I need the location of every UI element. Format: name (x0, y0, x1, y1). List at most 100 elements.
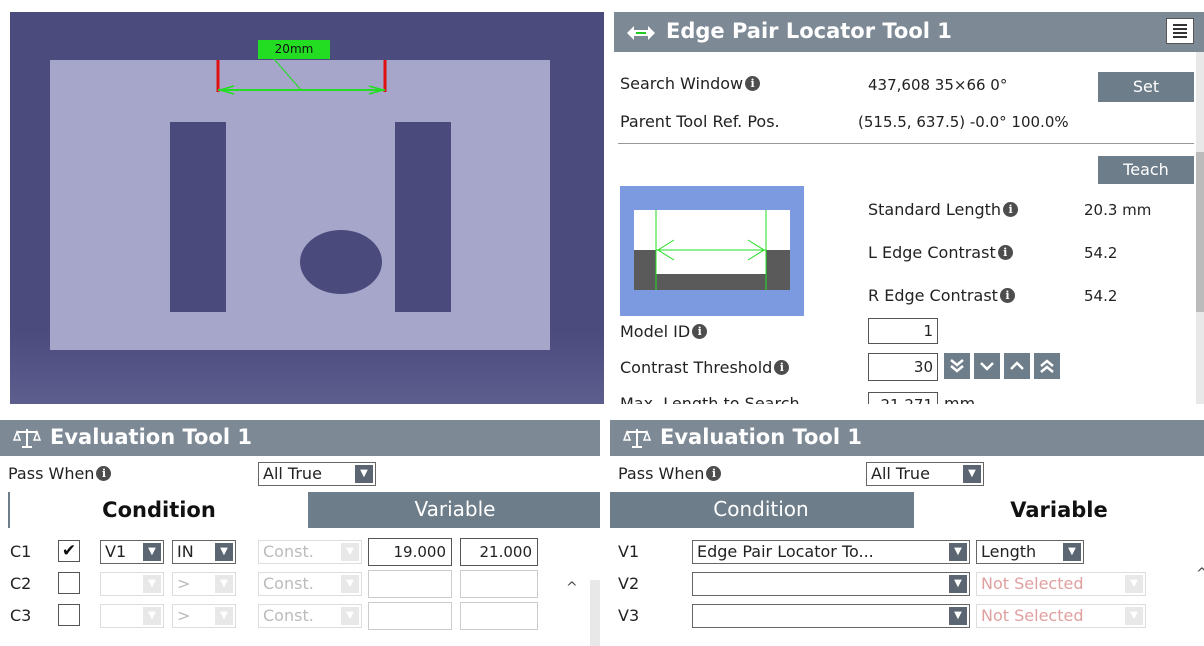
const-select: Const. ▼ (258, 540, 362, 564)
low-limit-input (368, 570, 452, 598)
parent-ref-label: Parent Tool Ref. Pos. (620, 112, 780, 131)
source-select[interactable]: ▼ (692, 604, 970, 628)
edge-scrollbar[interactable] (1196, 52, 1204, 404)
operator-select: > ▼ (172, 572, 236, 596)
measure-label: 20mm (258, 40, 330, 59)
tab-condition[interactable]: Condition (10, 492, 308, 528)
measure-leader (273, 58, 302, 91)
dropdown-arrow-icon: ▼ (341, 607, 359, 625)
operator-select[interactable]: IN ▼ (172, 540, 236, 564)
info-icon[interactable]: i (999, 288, 1015, 303)
operator-select: > ▼ (172, 604, 236, 628)
low-limit-input[interactable]: 19.000 (368, 538, 452, 566)
standard-length-value: 20.3 mm (1084, 201, 1152, 219)
dropdown-arrow-icon: ▼ (215, 543, 233, 561)
info-icon[interactable]: i (997, 245, 1013, 260)
pass-when-select[interactable]: All True ▼ (866, 462, 984, 486)
search-window-label: Search Window i (620, 74, 761, 93)
high-limit-input (460, 570, 538, 598)
chevron-down-icon[interactable] (974, 353, 1000, 379)
row-id: V3 (618, 606, 640, 625)
dropdown-arrow-icon: ▼ (1125, 607, 1143, 625)
eval-title: Evaluation Tool 1 (50, 425, 252, 449)
max-length-unit: mm (944, 394, 976, 404)
model-id-input[interactable]: 1 (868, 318, 938, 344)
high-limit-input[interactable]: 21.000 (460, 538, 538, 566)
row-id: C2 (10, 574, 32, 593)
row-checkbox[interactable] (58, 604, 80, 626)
set-button[interactable]: Set (1098, 72, 1194, 102)
row-id: C1 (10, 542, 32, 561)
dropdown-arrow-icon: ▼ (1063, 543, 1081, 561)
property-select: Not Selected ▼ (976, 604, 1146, 628)
pass-when-label: Pass When i (618, 464, 722, 483)
dropdown-arrow-icon: ▼ (355, 465, 373, 483)
info-icon[interactable]: i (774, 360, 790, 375)
divider (618, 143, 1194, 144)
menu-icon[interactable] (1166, 18, 1194, 44)
row-id: V1 (618, 542, 640, 561)
contrast-threshold-label: Contrast Threshold i (620, 358, 790, 377)
dropdown-arrow-icon: ▼ (143, 607, 161, 625)
scrollbar-thumb[interactable] (1196, 152, 1204, 312)
double-chevron-down-icon[interactable] (944, 353, 970, 379)
low-limit-input (368, 602, 452, 630)
double-chevron-up-icon[interactable] (1034, 353, 1060, 379)
variable-select: ▼ (100, 604, 164, 628)
row-checkbox[interactable]: ✔ (58, 540, 80, 562)
variable-select[interactable]: V1 ▼ (100, 540, 164, 564)
row-id: V2 (618, 574, 640, 593)
edge-panel-title: Edge Pair Locator Tool 1 (666, 19, 952, 43)
tab-condition[interactable]: Condition (610, 492, 912, 528)
standard-length-label: Standard Length i (868, 200, 1019, 219)
dropdown-arrow-icon: ▼ (949, 607, 967, 625)
model-id-label: Model ID i (620, 322, 708, 341)
teach-button[interactable]: Teach (1098, 156, 1194, 184)
property-select[interactable]: Length ▼ (976, 540, 1084, 564)
dropdown-arrow-icon: ▼ (143, 575, 161, 593)
scroll-up-icon[interactable]: ^ (1196, 566, 1204, 582)
info-icon[interactable]: i (745, 76, 761, 91)
tab-variable[interactable]: Variable (914, 492, 1204, 528)
dropdown-arrow-icon: ▼ (215, 607, 233, 625)
dropdown-arrow-icon: ▼ (215, 575, 233, 593)
row-checkbox[interactable] (58, 572, 80, 594)
scale-icon (12, 429, 42, 448)
contrast-threshold-input[interactable]: 30 (868, 353, 938, 381)
tab-variable[interactable]: Variable (310, 492, 600, 528)
row-id: C3 (10, 606, 32, 625)
eval-header: Evaluation Tool 1 (610, 420, 1204, 456)
pass-when-label: Pass When i (8, 464, 112, 483)
parent-ref-value: (515.5, 637.5) -0.0° 100.0% (858, 113, 1069, 131)
scroll-up-icon[interactable]: ^ (566, 580, 578, 596)
edge-pair-icon (627, 26, 655, 40)
info-icon[interactable]: i (1003, 202, 1019, 217)
r-edge-contrast-value: 54.2 (1084, 287, 1118, 305)
property-select: Not Selected ▼ (976, 572, 1146, 596)
dropdown-arrow-icon: ▼ (341, 543, 359, 561)
camera-view[interactable]: 20mm (10, 12, 604, 404)
eval-panel-condition: Evaluation Tool 1 Pass When i All True ▼ C… (0, 420, 600, 646)
dropdown-arrow-icon: ▼ (963, 465, 981, 483)
const-select: Const. ▼ (258, 604, 362, 628)
dropdown-arrow-icon: ▼ (1125, 575, 1143, 593)
high-limit-input (460, 602, 538, 630)
info-icon[interactable]: i (692, 324, 708, 339)
chevron-up-icon[interactable] (1004, 353, 1030, 379)
l-edge-contrast-label: L Edge Contrast i (868, 243, 1013, 262)
info-icon[interactable]: i (706, 466, 722, 481)
eval-panel-variable: Evaluation Tool 1 Pass When i All True ▼ C… (610, 420, 1204, 646)
max-length-input[interactable]: 21.271 (868, 392, 938, 404)
dropdown-arrow-icon: ▼ (341, 575, 359, 593)
dropdown-arrow-icon: ▼ (143, 543, 161, 561)
l-edge-contrast-value: 54.2 (1084, 244, 1118, 262)
variable-select: ▼ (100, 572, 164, 596)
source-select[interactable]: ▼ (692, 572, 970, 596)
r-edge-contrast-label: R Edge Contrast i (868, 286, 1015, 305)
source-select[interactable]: Edge Pair Locator To... ▼ (692, 540, 970, 564)
info-icon[interactable]: i (96, 466, 112, 481)
edge-panel-header: Edge Pair Locator Tool 1 (614, 12, 1204, 52)
pass-when-select[interactable]: All True ▼ (258, 462, 376, 486)
dropdown-arrow-icon: ▼ (949, 543, 967, 561)
eval-scrollbar[interactable] (590, 580, 600, 646)
